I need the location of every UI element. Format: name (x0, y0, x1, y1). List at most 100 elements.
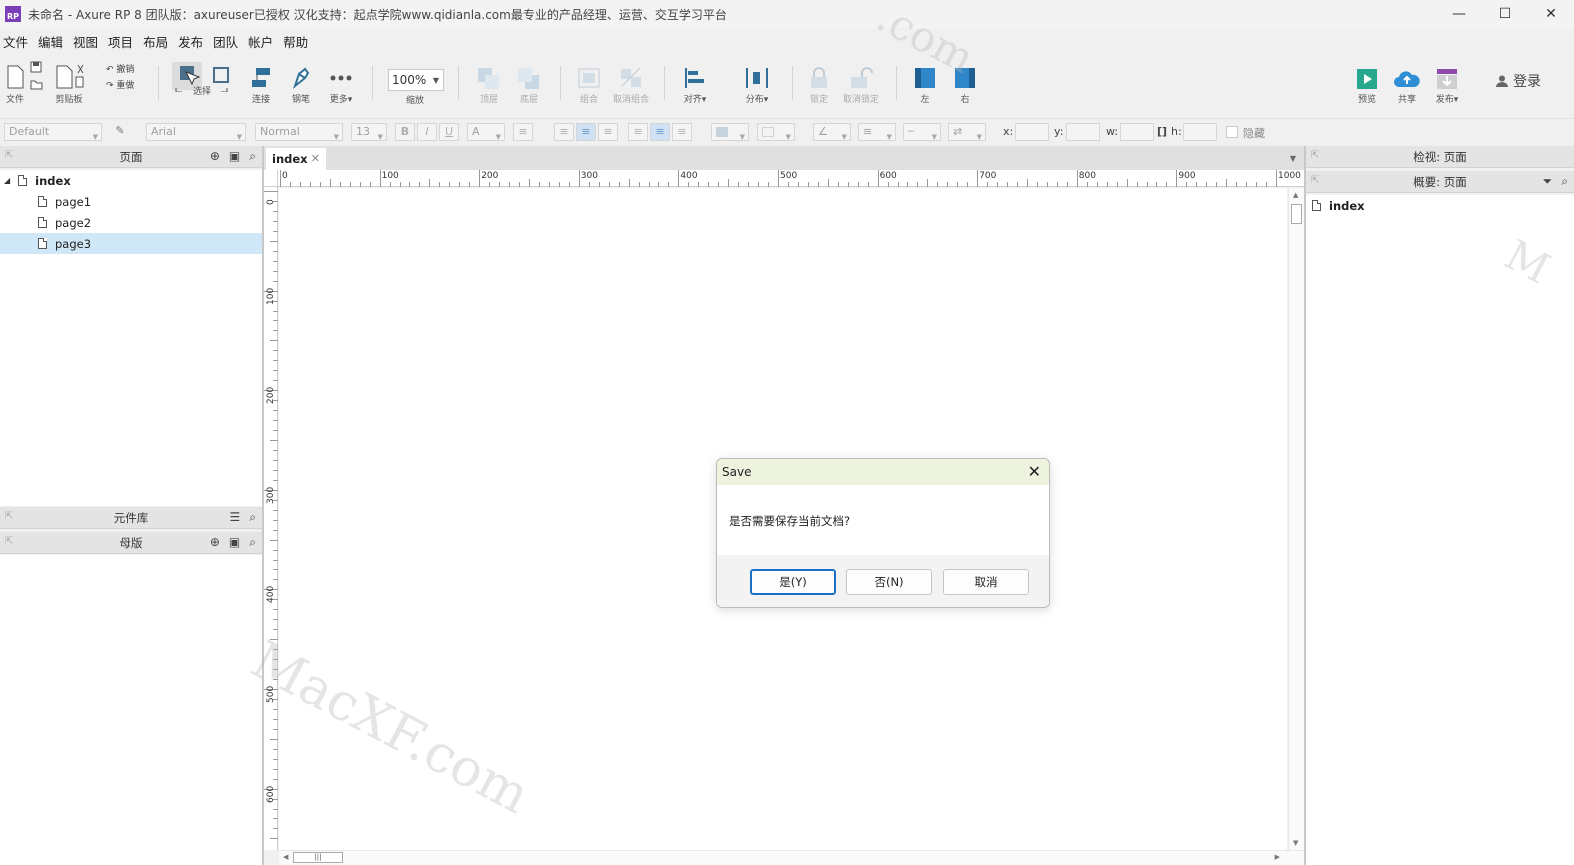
add-folder-icon[interactable]: ▣ (229, 149, 240, 164)
style-editor-icon[interactable]: ✎ (110, 123, 130, 141)
horizontal-scrollbar[interactable]: ◀ ||| ▶ (279, 850, 1304, 865)
menu-file[interactable]: 文件 (0, 32, 32, 51)
menu-publish[interactable]: 发布 (175, 32, 207, 51)
underline-button[interactable]: U (439, 123, 459, 141)
ungroup-button[interactable]: 取消组合 (613, 66, 649, 105)
maximize-button[interactable]: ☐ (1482, 0, 1528, 28)
font-weight-select[interactable]: Normal ▼ (255, 123, 343, 141)
line-width-select[interactable]: ≡ ▼ (858, 123, 896, 141)
scroll-right-arrow-icon[interactable]: ▶ (1275, 853, 1280, 861)
more-tool[interactable]: 更多▾ (328, 66, 354, 105)
y-field[interactable] (1066, 123, 1100, 141)
height-field[interactable] (1183, 123, 1217, 141)
line-style-select[interactable]: ┄ ▼ (903, 123, 941, 141)
preview-button[interactable]: 预览 (1355, 68, 1379, 105)
fill-color-select[interactable]: ▼ (711, 123, 749, 141)
add-master-icon[interactable]: ⊕ (210, 535, 220, 550)
hide-checkbox[interactable] (1226, 126, 1238, 138)
tree-item-index[interactable]: ◢ index (0, 170, 262, 191)
distribute-button[interactable]: 分布▾ (744, 66, 770, 105)
aspect-lock-icon[interactable]: [] (1157, 125, 1167, 138)
menu-account[interactable]: 帐户 (245, 32, 277, 51)
tab-index[interactable]: index ✕ (266, 148, 326, 170)
valign-top-icon[interactable]: ≡ (628, 123, 648, 141)
undo-button[interactable]: ↶ 撤销 (106, 62, 134, 75)
menu-team[interactable]: 团队 (210, 32, 242, 51)
width-field[interactable] (1120, 123, 1154, 141)
font-color-select[interactable]: A ▼ (467, 123, 505, 141)
font-size-select[interactable]: 13 ▼ (351, 123, 387, 141)
vertical-scroll-thumb[interactable] (1291, 204, 1302, 224)
italic-button[interactable]: I (417, 123, 437, 141)
file-tool[interactable]: 文件 (5, 64, 25, 105)
pin-icon[interactable]: ⇱ (1311, 175, 1319, 186)
text-align-center-icon[interactable]: ≡ (576, 123, 596, 141)
pin-icon[interactable]: ⇱ (5, 511, 13, 522)
shadow-select[interactable]: ▼ (757, 123, 795, 141)
pin-icon[interactable]: ⇱ (5, 536, 13, 547)
publish-button[interactable]: 发布▾ (1435, 68, 1459, 105)
menu-icon[interactable]: ☰ (230, 510, 241, 525)
right-panel-toggle[interactable]: 右 (952, 66, 978, 105)
menu-view[interactable]: 视图 (70, 32, 102, 51)
scroll-left-arrow-icon[interactable]: ◀ (283, 853, 288, 861)
text-align-left-icon[interactable]: ≡ (554, 123, 574, 141)
arrow-style-select[interactable]: ⇄ ▼ (948, 123, 986, 141)
pin-icon[interactable]: ⇱ (5, 150, 13, 161)
no-button[interactable]: 否(N) (846, 569, 932, 595)
pen-tool[interactable]: 钢笔 (289, 66, 313, 105)
outline-item-index[interactable]: index (1306, 195, 1574, 216)
scroll-up-arrow-icon[interactable]: ▲ (1293, 191, 1298, 199)
save-open-icons[interactable] (30, 61, 44, 91)
bullet-list-icon[interactable]: ≡ (513, 123, 533, 141)
font-select[interactable]: Arial ▼ (146, 123, 246, 141)
align-button[interactable]: 对齐▾ (682, 66, 708, 105)
redo-button[interactable]: ↷ 重做 (106, 78, 134, 91)
valign-middle-icon[interactable]: ≡ (650, 123, 670, 141)
scroll-down-arrow-icon[interactable]: ▼ (1293, 839, 1298, 847)
group-button[interactable]: 组合 (576, 66, 602, 105)
menu-help[interactable]: 帮助 (280, 32, 312, 51)
valign-bottom-icon[interactable]: ≡ (672, 123, 692, 141)
tab-list-chevron-icon[interactable]: ▼ (1290, 154, 1296, 163)
menu-edit[interactable]: 编辑 (35, 32, 67, 51)
search-icon[interactable]: ⌕ (249, 149, 256, 164)
text-align-right-icon[interactable]: ≡ (598, 123, 618, 141)
filter-icon[interactable]: ⏷ (1543, 174, 1553, 189)
close-tab-icon[interactable]: ✕ (311, 148, 320, 170)
menu-project[interactable]: 项目 (105, 32, 137, 51)
search-icon[interactable]: ⌕ (249, 510, 256, 525)
close-icon[interactable]: ✕ (1028, 459, 1041, 485)
tree-item-page3[interactable]: page3 (0, 233, 262, 254)
pin-icon[interactable]: ⇱ (1311, 150, 1319, 161)
tree-item-page2[interactable]: page2 (0, 212, 262, 233)
search-icon[interactable]: ⌕ (249, 535, 256, 550)
login-button[interactable]: 登录 (1496, 71, 1541, 91)
unlock-button[interactable]: 取消锁定 (843, 66, 879, 105)
menu-layout[interactable]: 布局 (140, 32, 172, 51)
add-page-icon[interactable]: ⊕ (210, 149, 220, 164)
yes-button[interactable]: 是(Y) (750, 569, 836, 595)
share-button[interactable]: 共享 (1393, 68, 1421, 105)
horizontal-scroll-thumb[interactable]: ||| (293, 852, 343, 863)
left-panel-toggle[interactable]: 左 (912, 66, 938, 105)
bring-to-top-button[interactable]: 顶层 (476, 66, 502, 105)
minimize-button[interactable]: — (1436, 0, 1482, 28)
connect-tool[interactable]: 连接 (248, 66, 274, 105)
tree-item-page1[interactable]: page1 (0, 191, 262, 212)
search-icon[interactable]: ⌕ (1561, 174, 1568, 189)
style-select[interactable]: Default ▼ (4, 123, 102, 141)
select-tool[interactable]: 选择 (172, 62, 232, 97)
cancel-button[interactable]: 取消 (943, 569, 1029, 595)
close-window-button[interactable]: ✕ (1528, 0, 1574, 28)
vertical-scrollbar[interactable]: ▲ ▼ (1288, 188, 1304, 850)
collapse-triangle-icon[interactable]: ◢ (4, 176, 10, 185)
clipboard-tool[interactable]: 剪贴板 (54, 64, 84, 105)
x-field[interactable] (1015, 123, 1049, 141)
send-to-bottom-button[interactable]: 底层 (516, 66, 542, 105)
line-color-select[interactable]: ∠ ▼ (813, 123, 851, 141)
bold-button[interactable]: B (395, 123, 415, 141)
add-folder-icon[interactable]: ▣ (229, 535, 240, 550)
lock-button[interactable]: 锁定 (806, 66, 832, 105)
zoom-select[interactable]: 100% ▼ (388, 69, 444, 91)
